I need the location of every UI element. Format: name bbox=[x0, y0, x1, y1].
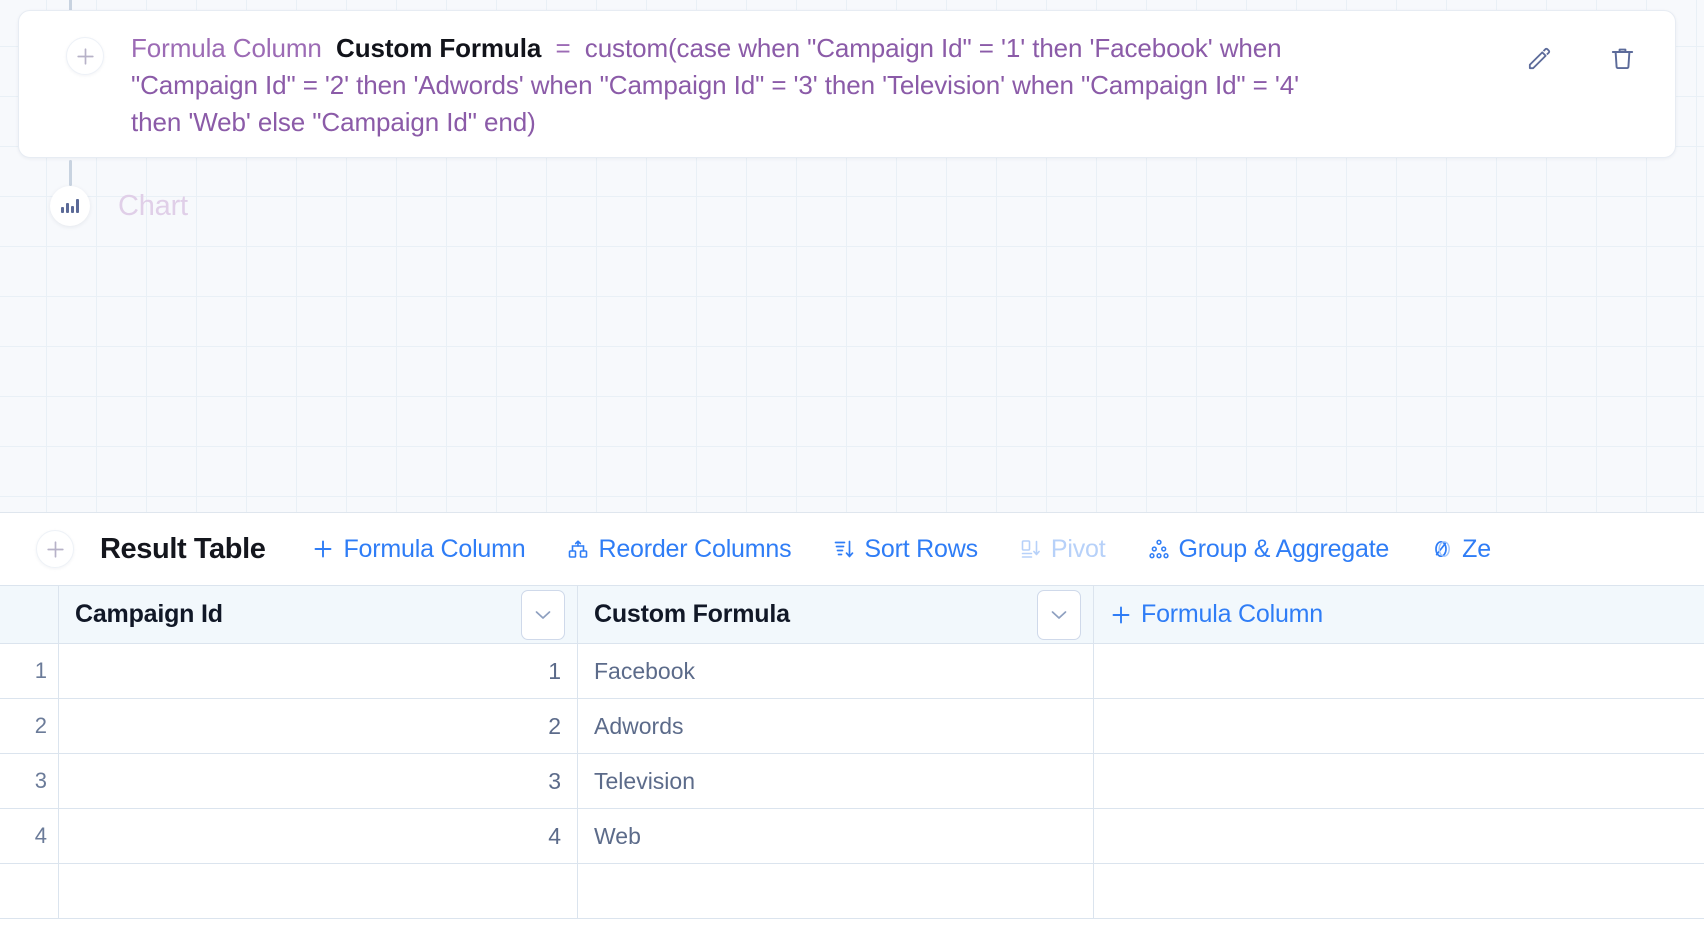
action-label: Reorder Columns bbox=[598, 534, 792, 563]
table-row[interactable]: 2 2 Adwords bbox=[0, 699, 1704, 754]
column-header-label: Campaign Id bbox=[75, 600, 223, 628]
sort-rows-icon bbox=[835, 540, 854, 558]
action-label: Formula Column bbox=[343, 534, 526, 563]
app-root: Formula Column Custom Formula = custom(c… bbox=[0, 0, 1704, 932]
reorder-columns-icon bbox=[569, 540, 588, 558]
cell-custom-formula[interactable]: Web bbox=[577, 809, 1093, 864]
column-menu-button-campaign-id[interactable] bbox=[521, 589, 565, 640]
chart-node[interactable]: Chart bbox=[50, 186, 188, 226]
cell-empty[interactable] bbox=[1093, 864, 1704, 919]
plus-icon bbox=[1112, 606, 1130, 623]
action-label: Ze bbox=[1462, 534, 1491, 563]
formula-column-card[interactable]: Formula Column Custom Formula = custom(c… bbox=[18, 10, 1676, 158]
cell-campaign-id[interactable]: 1 bbox=[58, 644, 577, 699]
connector-line-middle bbox=[69, 160, 72, 186]
action-pivot[interactable]: Pivot bbox=[999, 535, 1127, 564]
edit-formula-button[interactable] bbox=[1522, 41, 1556, 75]
add-result-node-button[interactable] bbox=[36, 530, 74, 568]
plus-icon bbox=[76, 47, 94, 65]
action-zero-fill[interactable]: Ze bbox=[1410, 535, 1512, 564]
chevron-down-icon bbox=[535, 610, 551, 619]
action-reorder-columns[interactable]: Reorder Columns bbox=[546, 535, 812, 564]
action-label: Group & Aggregate bbox=[1178, 534, 1390, 563]
result-table-action-list: Formula Column Reorder Columns Sort Rows… bbox=[291, 535, 1511, 564]
table-row[interactable]: 4 4 Web bbox=[0, 809, 1704, 864]
cell-custom-formula[interactable]: Television bbox=[577, 754, 1093, 809]
bar-chart-icon bbox=[61, 199, 79, 213]
plus-icon bbox=[315, 540, 332, 558]
cell-custom-formula[interactable] bbox=[577, 864, 1093, 919]
result-table-panel: Result Table Formula Column Reorder Colu… bbox=[0, 512, 1704, 932]
group-aggregate-icon bbox=[1148, 539, 1169, 559]
add-formula-column-label: Formula Column bbox=[1141, 600, 1323, 628]
action-label: Pivot bbox=[1050, 534, 1106, 563]
flow-canvas[interactable]: Formula Column Custom Formula = custom(c… bbox=[0, 0, 1704, 512]
zero-fill-icon bbox=[1435, 540, 1451, 558]
cell-campaign-id[interactable]: 4 bbox=[58, 809, 577, 864]
column-header-custom-formula[interactable]: Custom Formula bbox=[577, 586, 1093, 644]
equals-sign: = bbox=[555, 33, 571, 63]
cell-empty[interactable] bbox=[1093, 699, 1704, 754]
pivot-icon bbox=[1021, 540, 1040, 558]
column-header-label: Custom Formula bbox=[594, 600, 790, 628]
formula-column-name: Custom Formula bbox=[336, 33, 542, 63]
cell-campaign-id[interactable]: 3 bbox=[58, 754, 577, 809]
chevron-down-icon bbox=[1051, 610, 1067, 619]
cell-empty[interactable] bbox=[1093, 809, 1704, 864]
formula-card-label: Formula Column bbox=[131, 33, 322, 63]
column-header-campaign-id[interactable]: Campaign Id bbox=[58, 586, 577, 644]
header-row: Campaign Id Custom Formula Formula Colum… bbox=[0, 586, 1704, 644]
grid-body: 1 1 Facebook 2 2 Adwords 3 3 Television bbox=[0, 644, 1704, 919]
add-formula-column-header-button[interactable]: Formula Column bbox=[1093, 586, 1704, 644]
chart-node-button[interactable] bbox=[50, 186, 90, 226]
cell-empty[interactable] bbox=[1093, 754, 1704, 809]
result-grid: Campaign Id Custom Formula Formula Colum… bbox=[0, 585, 1704, 919]
row-number: 2 bbox=[0, 699, 58, 754]
row-number: 1 bbox=[0, 644, 58, 699]
rownum-corner bbox=[0, 586, 58, 644]
action-group-aggregate[interactable]: Group & Aggregate bbox=[1127, 535, 1411, 564]
delete-formula-button[interactable] bbox=[1605, 41, 1639, 75]
cell-custom-formula[interactable]: Adwords bbox=[577, 699, 1093, 754]
plus-icon bbox=[46, 540, 64, 558]
action-label: Sort Rows bbox=[864, 534, 978, 563]
result-table-title: Result Table bbox=[100, 532, 266, 565]
action-formula-column[interactable]: Formula Column bbox=[291, 535, 546, 564]
formula-card-actions bbox=[1522, 41, 1639, 75]
cell-empty[interactable] bbox=[1093, 644, 1704, 699]
cell-campaign-id[interactable]: 2 bbox=[58, 699, 577, 754]
action-sort-rows[interactable]: Sort Rows bbox=[812, 535, 999, 564]
result-table-toolbar: Result Table Formula Column Reorder Colu… bbox=[0, 513, 1704, 585]
table-row[interactable] bbox=[0, 864, 1704, 919]
table-row[interactable]: 3 3 Television bbox=[0, 754, 1704, 809]
row-number bbox=[0, 864, 58, 919]
row-number: 3 bbox=[0, 754, 58, 809]
trash-icon bbox=[1611, 48, 1633, 69]
chart-node-label: Chart bbox=[118, 189, 188, 222]
cell-custom-formula[interactable]: Facebook bbox=[577, 644, 1093, 699]
cell-campaign-id[interactable] bbox=[58, 864, 577, 919]
formula-expression-text: Formula Column Custom Formula = custom(c… bbox=[131, 28, 1356, 141]
row-number: 4 bbox=[0, 809, 58, 864]
pencil-icon bbox=[1528, 47, 1550, 69]
column-menu-button-custom-formula[interactable] bbox=[1037, 589, 1081, 640]
add-node-button[interactable] bbox=[66, 37, 104, 75]
grid-header: Campaign Id Custom Formula Formula Colum… bbox=[0, 585, 1704, 644]
table-row[interactable]: 1 1 Facebook bbox=[0, 644, 1704, 699]
